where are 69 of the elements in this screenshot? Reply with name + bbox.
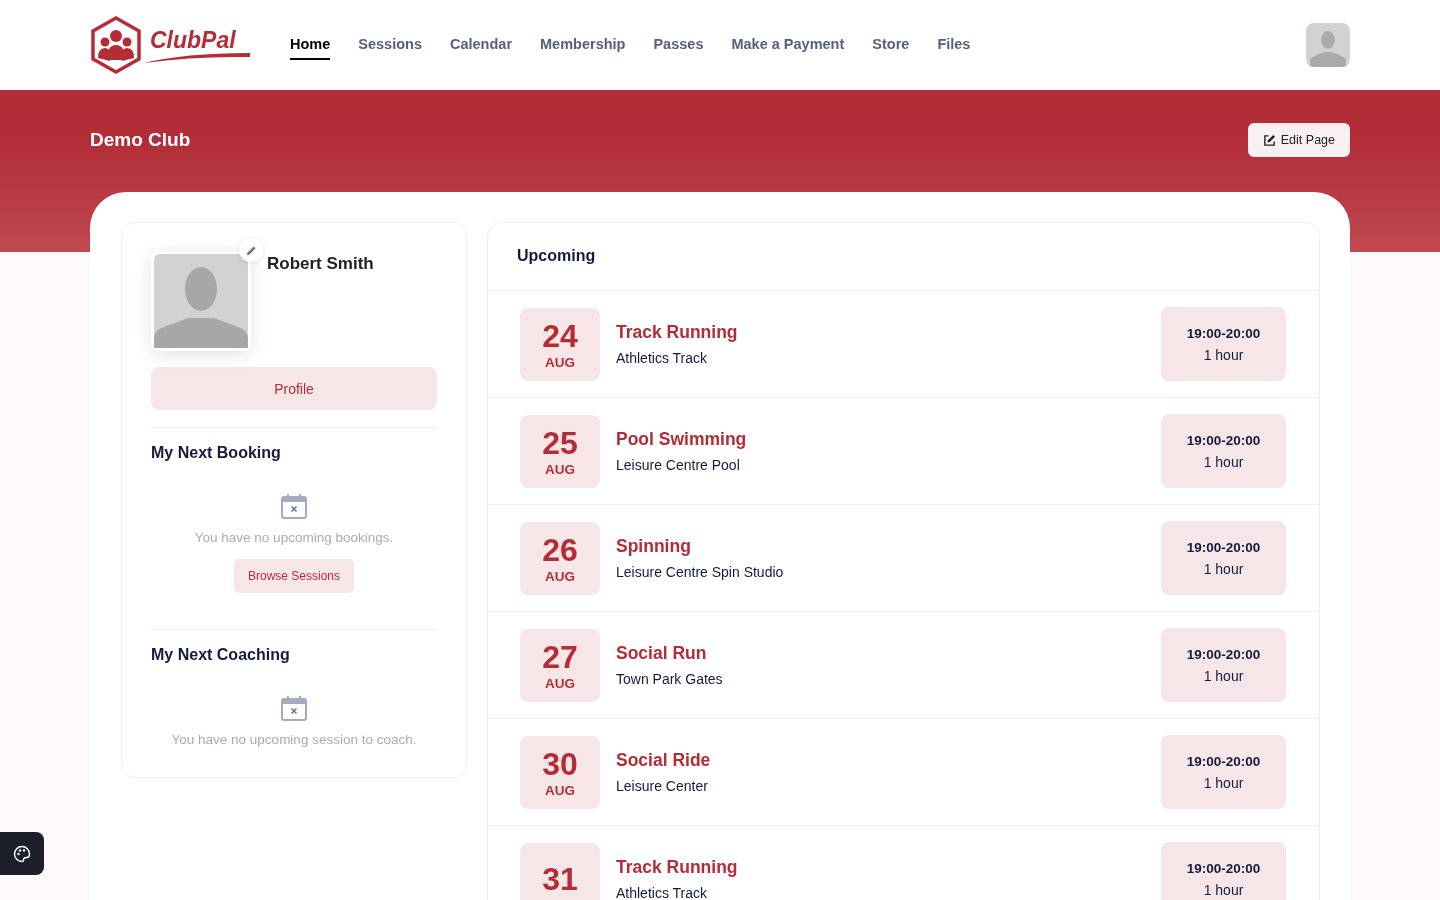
event-name: Pool Swimming (616, 429, 747, 450)
event-location: Athletics Track (616, 885, 709, 900)
pencil-icon (245, 244, 257, 256)
event-duration: 1 hour (1203, 881, 1244, 898)
event-month: AUG (545, 568, 575, 584)
section-title: My Next Booking (151, 444, 282, 462)
theme-button[interactable] (0, 832, 44, 875)
event-name: Track Running (616, 857, 738, 878)
club-title: Demo Club (90, 129, 191, 151)
nav-link[interactable]: Store (872, 30, 910, 60)
event-duration: 1 hour (1203, 560, 1244, 577)
event-day: 30 (542, 746, 578, 781)
event-name: Social Ride (616, 750, 711, 771)
nav-link[interactable]: Make a Payment (731, 30, 845, 60)
event-month: AUG (545, 675, 575, 691)
event-duration: 1 hour (1203, 667, 1244, 684)
event-month: AUG (545, 354, 575, 370)
event-time: 19:00-20:00 (1186, 860, 1261, 876)
logo-icon (90, 16, 142, 74)
event-duration: 1 hour (1203, 774, 1244, 791)
nav-link[interactable]: Home (290, 30, 331, 60)
nav-link[interactable]: Sessions (358, 30, 422, 60)
event-time: 19:00-20:00 (1186, 539, 1261, 555)
event-name: Social Run (616, 643, 708, 664)
edit-photo-button[interactable] (239, 238, 263, 262)
event-location: Leisure Center (616, 778, 709, 794)
event-day: 24 (542, 318, 578, 353)
nav-link[interactable]: Files (937, 30, 971, 60)
event-row[interactable]: 25 AUG Pool Swimming Leisure Centre Pool 19:00-20:00 1 hour (488, 398, 1319, 505)
calendar-x-icon (280, 492, 308, 520)
browse-sessions-button[interactable]: Browse Sessions (233, 559, 354, 593)
calendar-x-icon (280, 694, 308, 722)
event-time: 19:00-20:00 (1186, 646, 1261, 662)
event-time: 19:00-20:00 (1186, 325, 1261, 341)
nav-link[interactable]: Passes (653, 30, 704, 60)
edit-icon (1262, 133, 1276, 147)
card-title: Upcoming (488, 223, 1319, 291)
event-duration: 1 hour (1203, 346, 1244, 363)
event-month: AUG (545, 782, 575, 798)
event-location: Leisure Centre Spin Studio (616, 564, 784, 580)
swoosh-icon (144, 51, 250, 63)
event-time: 19:00-20:00 (1186, 432, 1261, 448)
event-month: AUG (545, 461, 575, 477)
event-row[interactable]: 27 AUG Social Run Town Park Gates 19:00-20:00 1 hour (488, 612, 1319, 719)
empty-message: You have no upcoming bookings. (194, 530, 394, 545)
brand-name: ClubPal (150, 27, 237, 54)
empty-message: You have no upcoming session to coach. (171, 732, 417, 747)
event-day: 25 (542, 425, 578, 460)
event-duration: 1 hour (1203, 453, 1244, 470)
event-row[interactable]: 26 AUG Spinning Leisure Centre Spin Studio 19:00-20:00 1 hour (488, 505, 1319, 612)
event-day: 27 (542, 639, 578, 674)
profile-name: Robert Smith (267, 254, 374, 275)
event-location: Town Park Gates (616, 671, 723, 687)
event-location: Athletics Track (616, 350, 709, 366)
event-location: Leisure Centre Pool (616, 457, 741, 473)
section-title: My Next Coaching (151, 646, 291, 664)
event-day: 26 (542, 532, 578, 567)
event-row[interactable]: 24 AUG Track Running Athletics Track 19:00-20:00 1 hour (488, 291, 1319, 398)
nav-link[interactable]: Membership (540, 30, 626, 60)
event-row[interactable]: 30 AUG Social Ride Leisure Center 19:00-20:00 1 hour (488, 719, 1319, 826)
event-day: 31 (542, 862, 578, 896)
event-name: Track Running (616, 322, 738, 343)
profile-button[interactable]: Profile (151, 367, 437, 410)
event-row[interactable]: 31 Track Running Athletics Track 19:00-20:00 1 hour (488, 826, 1319, 900)
event-time: 19:00-20:00 (1186, 753, 1261, 769)
palette-icon (13, 844, 31, 863)
nav-link[interactable]: Calendar (449, 30, 513, 60)
edit-page-button[interactable]: Edit Page (1247, 123, 1350, 157)
event-name: Spinning (616, 536, 692, 557)
